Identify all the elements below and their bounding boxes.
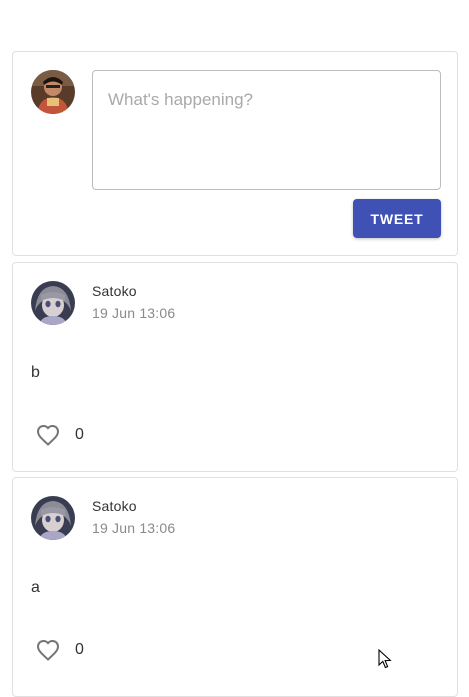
tweet-timestamp: 19 Jun 13:06 xyxy=(92,520,176,536)
heart-outline-icon xyxy=(36,639,60,661)
like-count: 0 xyxy=(75,426,84,443)
tweet-body: a xyxy=(31,579,40,596)
like-count: 0 xyxy=(75,641,84,658)
author-name: Satoko xyxy=(92,498,137,514)
tweet-card: Satoko 19 Jun 13:06 b 0 xyxy=(12,262,458,472)
author-avatar[interactable] xyxy=(31,496,75,540)
like-button[interactable] xyxy=(35,422,61,448)
author-name: Satoko xyxy=(92,283,137,299)
current-user-avatar xyxy=(31,70,75,114)
compose-input[interactable] xyxy=(92,70,441,190)
tweet-button[interactable]: TWEET xyxy=(353,199,441,238)
mouse-cursor-icon xyxy=(378,649,392,669)
tweet-body: b xyxy=(31,364,40,381)
tweet-timestamp: 19 Jun 13:06 xyxy=(92,305,176,321)
author-avatar[interactable] xyxy=(31,281,75,325)
like-button[interactable] xyxy=(35,637,61,663)
compose-card: TWEET xyxy=(12,51,458,256)
heart-outline-icon xyxy=(36,424,60,446)
